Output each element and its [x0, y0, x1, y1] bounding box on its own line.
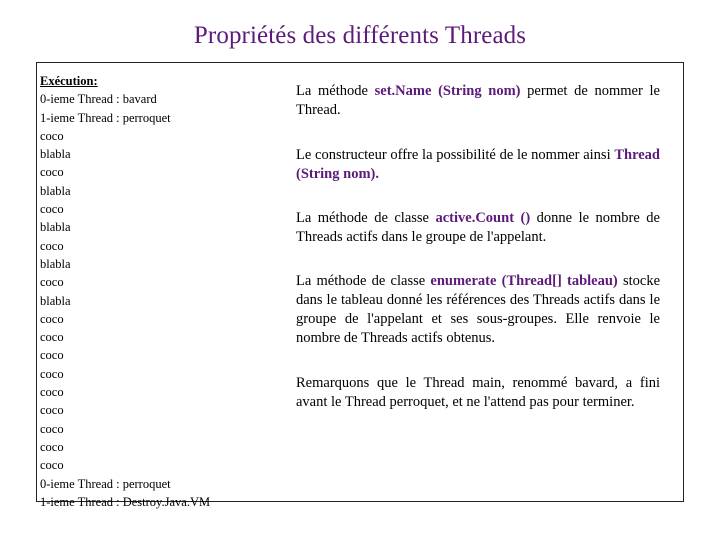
execution-line: coco [40, 128, 64, 143]
execution-line: coco [40, 165, 64, 180]
execution-line: coco [40, 458, 64, 473]
execution-line: coco [40, 403, 64, 418]
execution-line: coco [40, 348, 64, 363]
paragraph-text: La méthode [296, 83, 375, 99]
description-panel: La méthode set.Name (String nom) permet … [296, 82, 660, 412]
execution-line: coco [40, 202, 64, 217]
slide: Propriétés des différents Threads Exécut… [0, 0, 720, 540]
paragraph: La méthode de classe enumerate (Thread[]… [296, 272, 660, 348]
execution-line: coco [40, 238, 64, 253]
execution-line: coco [40, 421, 64, 436]
execution-line: 0-ieme Thread : bavard [40, 92, 157, 107]
execution-line: blabla [40, 220, 71, 235]
execution-line: blabla [40, 293, 71, 308]
code-keyword: active.Count () [435, 210, 531, 226]
paragraph-text: La méthode de classe [296, 210, 436, 226]
execution-line: coco [40, 385, 64, 400]
execution-line: blabla [40, 183, 71, 198]
code-keyword: enumerate (Thread[] tableau) [430, 273, 618, 289]
execution-output-panel: Exécution: 0-ieme Thread : bavard 1-ieme … [40, 72, 295, 511]
execution-line: coco [40, 366, 64, 381]
paragraph-text: Le constructeur offre la possibilité de … [296, 147, 615, 163]
paragraph-text: La méthode de classe [296, 273, 431, 289]
paragraph: La méthode de classe active.Count () don… [296, 209, 660, 247]
execution-line: 0-ieme Thread : perroquet [40, 476, 171, 491]
paragraph: Le constructeur offre la possibilité de … [296, 146, 660, 184]
paragraph-list: La méthode set.Name (String nom) permet … [296, 82, 660, 412]
execution-lines: 0-ieme Thread : bavard 1-ieme Thread : pe… [40, 90, 295, 511]
execution-heading: Exécution: [40, 74, 98, 88]
execution-line: coco [40, 275, 64, 290]
paragraph-text: Remarquons que le Thread main, renommé b… [296, 375, 660, 410]
paragraph: La méthode set.Name (String nom) permet … [296, 82, 660, 120]
code-keyword: set.Name (String nom) [374, 83, 521, 99]
execution-line: blabla [40, 256, 71, 271]
execution-line: coco [40, 330, 64, 345]
page-title: Propriétés des différents Threads [193, 22, 527, 49]
execution-line: 1-ieme Thread : perroquet [40, 110, 171, 125]
execution-line: blabla [40, 147, 71, 162]
execution-line: coco [40, 439, 64, 454]
execution-line: 1-ieme Thread : Destroy.Java.VM [40, 494, 211, 509]
execution-line: coco [40, 311, 64, 326]
paragraph: Remarquons que le Thread main, renommé b… [296, 374, 660, 412]
